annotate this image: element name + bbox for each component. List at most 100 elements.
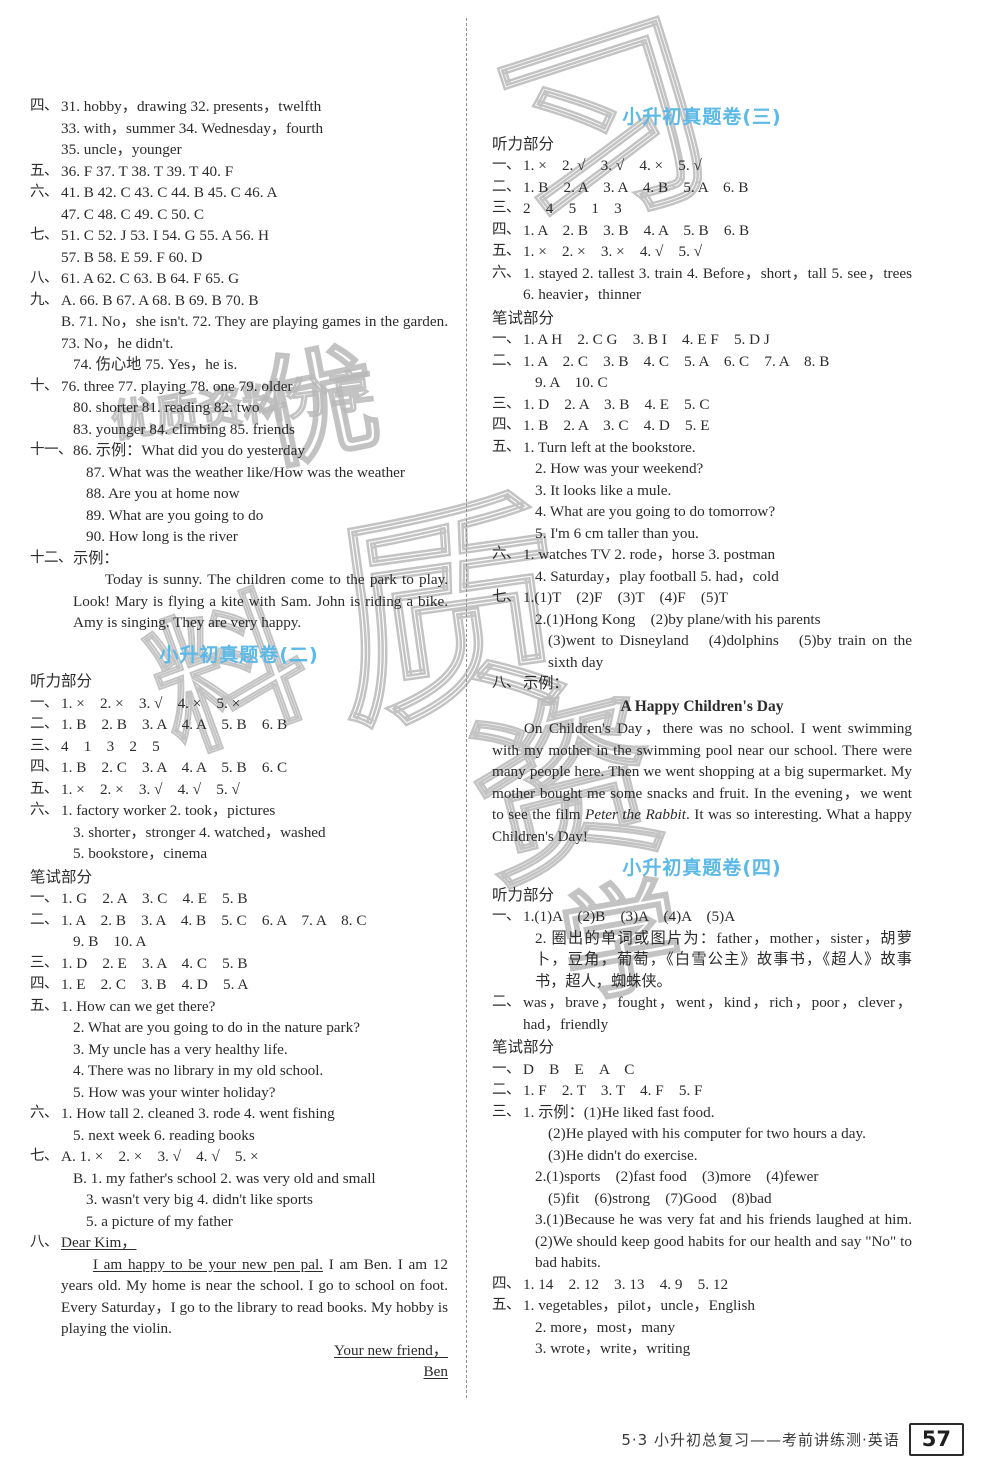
letter-body: I am happy to be your new pen pal. I am … bbox=[30, 1254, 448, 1340]
answer-group: 四、 1. B 2. C 3. A 4. A 5. B 6. C bbox=[30, 757, 448, 779]
paper-2-title: 小升初真题卷(二) bbox=[159, 643, 319, 666]
answer-marker: 五、 bbox=[30, 162, 59, 179]
answer-group: 六、 1. How tall 2. cleaned 3. rode 4. went… bbox=[30, 1103, 448, 1125]
answer-line: 1.(1)A (2)B (3)A (4)A (5)A bbox=[523, 908, 736, 925]
answer-group: 五、 1. vegetables，pilot，uncle，English bbox=[492, 1295, 912, 1317]
answer-group: 二、 1. F 2. T 3. T 4. F 5. F bbox=[492, 1080, 912, 1102]
answer-marker: 五、 bbox=[492, 1297, 521, 1313]
paper-3-written-answers: 一、 1. A H 2. C G 3. B I 4. E F 5. D J 二、 1… bbox=[492, 329, 912, 673]
answer-marker: 二、 bbox=[492, 178, 521, 195]
page-footer: 5·3 小升初总复习——考前讲练测·英语 57 bbox=[0, 1423, 1000, 1456]
answer-line: 1. B 2. B 3. A 4. A 5. B 6. B bbox=[61, 716, 288, 733]
answer-group: 四、 1. 14 2. 12 3. 13 4. 9 5. 12 bbox=[492, 1274, 912, 1296]
written-section-label: 笔试部分 bbox=[492, 308, 555, 327]
answer-line: 90. How long is the river bbox=[86, 528, 238, 545]
letter-signature-name-line: Ben bbox=[30, 1361, 448, 1383]
answer-marker: 一、 bbox=[492, 157, 521, 173]
answer-marker: 七、 bbox=[492, 589, 521, 605]
answer-marker: 二、 bbox=[492, 1082, 521, 1098]
answer-line: 74. 伤心地 75. Yes，he is. bbox=[73, 356, 238, 373]
paper-2-written-answers: 一、 1. G 2. A 3. C 4. E 5. B 二、 1. A 2. B 3… bbox=[30, 888, 448, 1232]
answer-line: 89. What are you going to do bbox=[86, 506, 264, 524]
answer-line: 1. × 2. √ 3. √ 4. × 5. √ bbox=[523, 157, 702, 174]
answer-group: 一、 1. × 2. × 3. √ 4. × 5. × bbox=[30, 693, 448, 715]
answer-group: 六、 41. B 42. C 43. C 44. B 45. C 46. A bbox=[30, 182, 448, 204]
answer-marker: 二、 bbox=[492, 352, 521, 369]
answer-group: 四、 1. E 2. C 3. B 4. D 5. A bbox=[30, 974, 448, 996]
answer-marker: 四、 bbox=[30, 976, 59, 992]
paper-2-listening-answers: 一、 1. × 2. × 3. √ 4. × 5. × 二、 1. B 2. B 3… bbox=[30, 693, 448, 865]
answer-marker: 三、 bbox=[30, 954, 59, 971]
answer-group: 八、 61. A 62. C 63. B 64. F 65. G bbox=[30, 268, 448, 290]
answer-line: 1. A 2. B 3. B 4. A 5. B 6. B bbox=[523, 221, 750, 239]
answer-line: 80. shorter 81. reading 82. two bbox=[73, 399, 260, 416]
answer-line: 1. How can we get there? bbox=[61, 997, 216, 1015]
answer-line: B. 71. No，she isn't. 72. They are playin… bbox=[61, 313, 448, 352]
answer-marker: 八、 bbox=[492, 675, 521, 691]
answer-group: 四、 1. A 2. B 3. B 4. A 5. B 6. B bbox=[492, 220, 912, 242]
paper-3-listening-answers: 一、 1. × 2. √ 3. √ 4. × 5. √ 二、 1. B 2. A 3… bbox=[492, 155, 912, 306]
answer-line: 1. A H 2. C G 3. B I 4. E F 5. D J bbox=[523, 331, 770, 348]
answer-group: 十、 76. three 77. playing 78. one 79. olde… bbox=[30, 376, 448, 398]
answer-marker: 十、 bbox=[30, 377, 59, 394]
answer-marker: 一、 bbox=[492, 1060, 521, 1077]
answer-line: 88. Are you at home now bbox=[86, 485, 240, 502]
continued-answer-list: 四、 31. hobby，drawing 32. presents，twelfth… bbox=[30, 96, 448, 548]
answer-line: 2. more，most，many bbox=[535, 1318, 676, 1336]
answer-line: D B E A C bbox=[523, 1060, 635, 1078]
answer-line: 51. C 52. J 53. I 54. G 55. A 56. H bbox=[61, 227, 269, 244]
answer-line: 87. What was the weather like/How was th… bbox=[86, 463, 405, 481]
answer-line: 1. B 2. C 3. A 4. A 5. B 6. C bbox=[61, 759, 288, 776]
answer-line: 1. × 2. × 3. √ 4. √ 5. √ bbox=[61, 780, 240, 798]
answer-marker: 三、 bbox=[492, 395, 521, 412]
answer-marker: 四、 bbox=[492, 1275, 521, 1292]
essay-film-title: Peter the Rabbit bbox=[585, 806, 686, 823]
answer-line: 1. D 2. A 3. B 4. E 5. C bbox=[523, 395, 710, 413]
answer-group: 二、 1. A 2. B 3. A 4. B 5. C 6. A 7. A 8. … bbox=[30, 910, 448, 932]
answer-line: 4. Saturday，play football 5. had，cold bbox=[535, 567, 779, 585]
answer-marker: 六、 bbox=[30, 184, 59, 200]
answer-line: 1.(1)T (2)F (3)T (4)F (5)T bbox=[523, 589, 728, 606]
answer-group: 三、 1. D 2. E 3. A 4. C 5. B bbox=[30, 953, 448, 975]
answer-group: 七、 51. C 52. J 53. I 54. G 55. A 56. H bbox=[30, 225, 448, 247]
written-section-label: 笔试部分 bbox=[492, 1038, 555, 1056]
written-section-label: 笔试部分 bbox=[30, 867, 93, 886]
answer-marker: 五、 bbox=[492, 438, 521, 455]
essay-label: 示例： bbox=[523, 675, 569, 692]
answer-line: 9. A 10. C bbox=[535, 374, 608, 391]
answer-line: 47. C 48. C 49. C 50. C bbox=[61, 205, 205, 223]
answer-line: 1. stayed 2. tallest 3. train 4. Before，… bbox=[523, 264, 912, 304]
answer-line: 5. next week 6. reading books bbox=[73, 1126, 255, 1144]
answer-marker: 三、 bbox=[492, 200, 521, 216]
answer-marker: 十二、 bbox=[30, 549, 73, 566]
answer-group: 六、 1. watches TV 2. rode，horse 3. postman bbox=[492, 544, 912, 566]
answer-group: 十一、 86. 示例：What did you do yesterday bbox=[30, 440, 448, 462]
answer-group: 二、 was，brave，fought，went，kind，rich，poor，c… bbox=[492, 992, 912, 1035]
answer-group: 五、 1. × 2. × 3. √ 4. √ 5. √ bbox=[30, 779, 448, 801]
answer-line: 1. vegetables，pilot，uncle，English bbox=[523, 1297, 755, 1314]
answer-line: 2 4 5 1 3 bbox=[523, 200, 622, 217]
letter-sign-name: Ben bbox=[423, 1363, 448, 1380]
letter-sign-friend: Your new friend， bbox=[333, 1341, 448, 1359]
answer-line: 1. E 2. C 3. B 4. D 5. A bbox=[61, 976, 249, 993]
answer-marker: 二、 bbox=[492, 994, 521, 1010]
answer-marker: 六、 bbox=[492, 264, 521, 281]
answer-group: 三、 1. D 2. A 3. B 4. E 5. C bbox=[492, 394, 912, 416]
answer-group: 一、 1. G 2. A 3. C 4. E 5. B bbox=[30, 888, 448, 910]
answer-line: 33. with，summer 34. Wednesday，fourth bbox=[61, 119, 324, 137]
answer-marker: 一、 bbox=[492, 331, 521, 347]
answer-marker: 八、 bbox=[30, 1234, 59, 1250]
item-12-paragraph: Today is sunny. The children come to the… bbox=[73, 571, 448, 631]
answer-line: 1. × 2. × 3. × 4. √ 5. √ bbox=[523, 243, 703, 260]
answer-line: 1. D 2. E 3. A 4. C 5. B bbox=[61, 954, 248, 972]
answer-line: 5. How was your winter holiday? bbox=[73, 1083, 276, 1101]
answer-group: 七、 A. 1. × 2. × 3. √ 4. √ 5. × bbox=[30, 1146, 448, 1168]
answer-marker: 一、 bbox=[492, 908, 521, 924]
answer-line: 1. F 2. T 3. T 4. F 5. F bbox=[523, 1082, 703, 1099]
answer-group: 一、 1. × 2. √ 3. √ 4. × 5. √ bbox=[492, 155, 912, 177]
answer-line: 3. wrote，write，writing bbox=[535, 1340, 691, 1357]
answer-marker: 四、 bbox=[492, 417, 521, 433]
answer-line: 83. younger 84. climbing 85. friends bbox=[73, 420, 295, 438]
answer-group: 二、 1. B 2. B 3. A 4. A 5. B 6. B bbox=[30, 714, 448, 736]
answer-line: 1. B 2. A 3. C 4. D 5. E bbox=[523, 417, 710, 434]
